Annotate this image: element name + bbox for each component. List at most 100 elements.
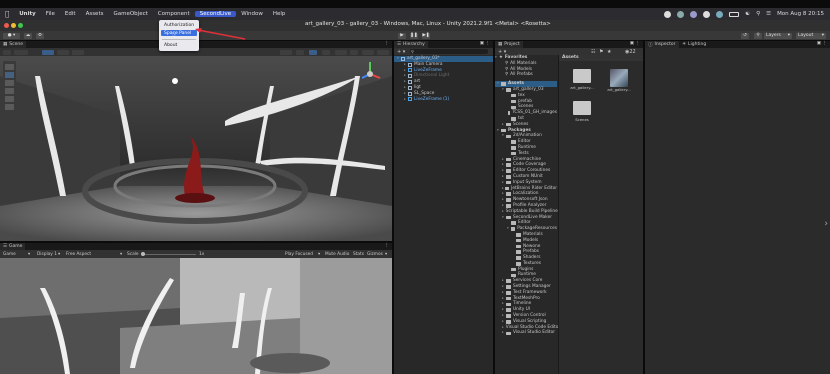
hierarchy-row[interactable]: ▸ LiveZeFrame (1) <box>394 97 493 103</box>
more-options-icon[interactable]: ⋮ <box>385 41 390 46</box>
tray-icon[interactable] <box>664 10 672 18</box>
folder-icon <box>516 244 521 249</box>
gizmos-dropdown[interactable] <box>377 49 389 55</box>
folder-icon <box>516 250 521 254</box>
menu-gameobject[interactable]: GameObject <box>108 11 152 17</box>
mute-audio-toggle[interactable]: Mute Audio <box>325 252 349 257</box>
scale-slider[interactable] <box>141 252 196 256</box>
apple-icon[interactable]:  <box>0 10 14 18</box>
tab-hierarchy-label: Hierarchy <box>403 42 425 47</box>
battery-icon[interactable] <box>729 11 740 17</box>
aspect-dropdown[interactable]: Free Aspect <box>66 252 91 257</box>
clock[interactable]: Mon Aug 8 20:15 <box>777 11 824 17</box>
play-button[interactable]: ▶ <box>398 32 406 39</box>
layout-dropdown[interactable]: Layout ▾ <box>796 32 826 39</box>
folder-icon <box>511 105 516 110</box>
search-icon[interactable]: ⚲ <box>754 32 762 39</box>
gameobject-icon <box>408 97 412 102</box>
gizmos-toggle[interactable]: Gizmos <box>367 252 383 257</box>
project-panel: ▦ Project ▣ ⋮ + ▾ ☷ ⚑ ★ ◉22 ▾ ★ Favorites ⚲… <box>495 41 643 374</box>
project-tree-item[interactable]: ▸ Visual Studio Editor <box>495 330 557 336</box>
display-arrow-icon: ▾ <box>58 251 61 257</box>
grid-dropdown[interactable] <box>72 49 84 55</box>
menu-secondlive[interactable]: SecondLive <box>194 11 237 17</box>
menu-component[interactable]: Component <box>153 11 195 17</box>
hand-tool-icon[interactable] <box>3 49 11 55</box>
folder-icon <box>506 314 511 318</box>
scene-viewport[interactable] <box>0 56 392 241</box>
lighting-toggle[interactable] <box>309 49 317 55</box>
pause-button[interactable]: ❚❚ <box>410 32 418 39</box>
tray-icon[interactable] <box>690 10 698 18</box>
layout-label: Layout <box>798 33 814 38</box>
menu-window[interactable]: Window <box>236 11 268 17</box>
scene-icon <box>401 56 405 61</box>
tab-project-label: Project <box>504 42 520 47</box>
cloud-icon[interactable]: ☁ <box>24 32 32 39</box>
scale-slider-handle[interactable] <box>141 252 145 256</box>
more-options-icon[interactable]: ⋮ <box>385 243 390 248</box>
control-center-icon[interactable]: ☰ <box>766 11 771 17</box>
effects-dropdown[interactable] <box>335 49 347 55</box>
folder-icon <box>511 140 516 144</box>
audio-toggle[interactable] <box>322 49 330 55</box>
stats-toggle[interactable]: Stats <box>353 252 364 257</box>
tab-project[interactable]: ▦ Project <box>495 41 523 48</box>
step-button[interactable]: ▶❚ <box>422 32 430 39</box>
search-icon: ⚲ <box>505 72 509 78</box>
tab-scene[interactable]: ▦ Scene <box>0 41 26 48</box>
wifi-icon[interactable]: ☯ <box>745 11 750 17</box>
assets-grid-header-label: Assets <box>562 55 579 60</box>
tray-icon[interactable] <box>703 10 711 18</box>
minimize-window-button[interactable] <box>11 23 16 28</box>
global-dropdown[interactable] <box>42 49 54 55</box>
camera-dropdown[interactable] <box>362 49 374 55</box>
gizmos-arrow-icon: ▾ <box>385 251 388 257</box>
tab-game[interactable]: ☰ Game <box>0 243 26 250</box>
menu-file[interactable]: File <box>41 11 60 17</box>
hierarchy-search-input[interactable]: ⚲ <box>410 49 488 54</box>
tab-inspector[interactable]: ⓘ Inspector <box>645 41 679 48</box>
gear-icon[interactable]: ⚙ <box>36 32 44 39</box>
draw-mode-dropdown[interactable] <box>280 49 292 55</box>
layers-dropdown[interactable]: Layers ▾ <box>764 32 792 39</box>
lock-icon[interactable]: ▣ <box>630 41 634 46</box>
asset-folder[interactable]: art_gallery... <box>567 69 597 90</box>
tab-hierarchy[interactable]: ☰ Hierarchy <box>394 41 428 48</box>
asset-label: Scenes <box>575 117 589 122</box>
2d-toggle[interactable] <box>296 49 304 55</box>
zoom-window-button[interactable] <box>18 23 23 28</box>
pivot-dropdown[interactable] <box>14 49 28 55</box>
hidden-objects-icon[interactable] <box>350 49 358 55</box>
play-focused-dropdown[interactable]: Play Focused <box>285 252 313 257</box>
more-options-icon[interactable]: ⋮ <box>823 41 828 46</box>
menu-item-about[interactable]: About <box>161 42 197 48</box>
chevron-right-icon[interactable]: › <box>824 219 828 229</box>
display-dropdown[interactable]: Display 1 <box>37 252 57 257</box>
add-icon[interactable]: + ▾ <box>397 49 405 55</box>
asset-folder[interactable]: Scenes <box>567 101 597 122</box>
tab-lighting[interactable]: ☀ Lighting <box>679 41 710 48</box>
lock-icon[interactable]: ▣ <box>480 41 484 46</box>
history-icon[interactable]: ↺ <box>741 32 749 39</box>
lock-icon[interactable]: ▣ <box>817 41 821 46</box>
search-icon[interactable]: ⚲ <box>756 11 760 17</box>
main-toolbar: ● ▾ ☁ ⚙ ▶ ❚❚ ▶❚ ↺ ⚲ Layers ▾ Layout ▾ <box>0 31 830 40</box>
close-window-button[interactable] <box>4 23 9 28</box>
menu-assets[interactable]: Assets <box>81 11 109 17</box>
asset-scene[interactable]: art_gallery... <box>604 69 634 92</box>
folder-icon <box>511 267 516 272</box>
more-options-icon[interactable]: ⋮ <box>486 41 491 46</box>
game-viewport[interactable] <box>0 258 392 374</box>
tray-icon[interactable] <box>677 10 685 18</box>
game-toolbar: Game ▾ Display 1 ▾ Free Aspect ▾ Scale 1… <box>0 250 392 258</box>
game-select[interactable]: Game <box>3 252 16 257</box>
menu-help[interactable]: Help <box>268 11 291 17</box>
tray-icon[interactable] <box>716 10 724 18</box>
more-options-icon[interactable]: ⋮ <box>636 41 641 46</box>
snap-dropdown[interactable] <box>57 49 69 55</box>
account-button[interactable]: ● ▾ <box>3 32 20 39</box>
menu-app-unity[interactable]: Unity <box>14 11 40 17</box>
menu-edit[interactable]: Edit <box>60 11 81 17</box>
mac-menubar:  Unity File Edit Assets GameObject Comp… <box>0 8 830 20</box>
